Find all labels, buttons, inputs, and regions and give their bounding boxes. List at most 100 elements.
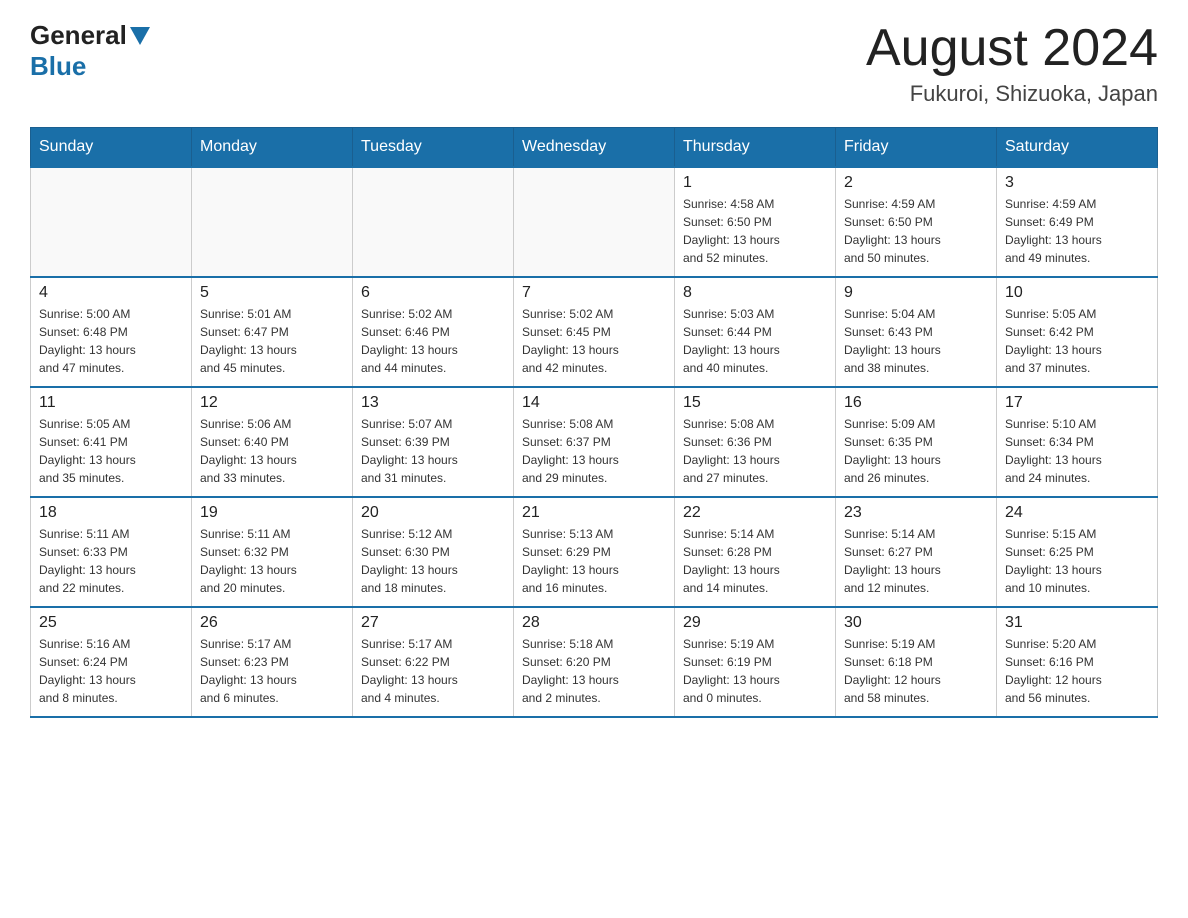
- calendar-cell: 17Sunrise: 5:10 AM Sunset: 6:34 PM Dayli…: [997, 387, 1158, 497]
- day-info: Sunrise: 5:15 AM Sunset: 6:25 PM Dayligh…: [1005, 525, 1149, 597]
- calendar-header-friday: Friday: [836, 128, 997, 168]
- day-number: 31: [1005, 614, 1149, 632]
- day-number: 15: [683, 394, 827, 412]
- calendar-cell: [514, 167, 675, 277]
- calendar-table: SundayMondayTuesdayWednesdayThursdayFrid…: [30, 127, 1158, 718]
- calendar-cell: 10 Sunrise: 5:05 AM Sunset: 6:42 PM Dayli…: [997, 277, 1158, 387]
- calendar-cell: 26 Sunrise: 5:17 AM Sunset: 6:23 PM Dayli…: [192, 607, 353, 717]
- day-number: 10: [1005, 284, 1149, 302]
- calendar-cell: 19 Sunrise: 5:11 AM Sunset: 6:32 PM Dayli…: [192, 497, 353, 607]
- page-header: General Blue August 2024 Fukuroi, Shizuo…: [30, 20, 1158, 107]
- day-number: 29: [683, 614, 827, 632]
- calendar-cell: [31, 167, 192, 277]
- logo-triangle-icon: [130, 27, 150, 45]
- day-number: 8: [683, 284, 827, 302]
- day-number: 23: [844, 504, 988, 522]
- calendar-cell: 18Sunrise: 5:11 AM Sunset: 6:33 PM Dayli…: [31, 497, 192, 607]
- day-number: 4: [39, 284, 183, 302]
- day-info: Sunrise: 4:59 AM Sunset: 6:49 PM Dayligh…: [1005, 195, 1149, 267]
- calendar-header-sunday: Sunday: [31, 128, 192, 168]
- day-info: Sunrise: 5:02 AM Sunset: 6:46 PM Dayligh…: [361, 305, 505, 377]
- day-number: 19: [200, 504, 344, 522]
- day-number: 2: [844, 174, 988, 192]
- day-info: Sunrise: 5:19 AM Sunset: 6:18 PM Dayligh…: [844, 635, 988, 707]
- day-number: 16: [844, 394, 988, 412]
- day-number: 28: [522, 614, 666, 632]
- calendar-cell: 15Sunrise: 5:08 AM Sunset: 6:36 PM Dayli…: [675, 387, 836, 497]
- calendar-cell: 5 Sunrise: 5:01 AM Sunset: 6:47 PM Daylig…: [192, 277, 353, 387]
- day-info: Sunrise: 5:02 AM Sunset: 6:45 PM Dayligh…: [522, 305, 666, 377]
- day-info: Sunrise: 5:09 AM Sunset: 6:35 PM Dayligh…: [844, 415, 988, 487]
- day-info: Sunrise: 5:19 AM Sunset: 6:19 PM Dayligh…: [683, 635, 827, 707]
- calendar-cell: 12 Sunrise: 5:06 AM Sunset: 6:40 PM Dayli…: [192, 387, 353, 497]
- calendar-cell: 4 Sunrise: 5:00 AM Sunset: 6:48 PM Daylig…: [31, 277, 192, 387]
- calendar-cell: 11 Sunrise: 5:05 AM Sunset: 6:41 PM Dayli…: [31, 387, 192, 497]
- day-number: 24: [1005, 504, 1149, 522]
- calendar-cell: 28 Sunrise: 5:18 AM Sunset: 6:20 PM Dayli…: [514, 607, 675, 717]
- day-info: Sunrise: 4:58 AM Sunset: 6:50 PM Dayligh…: [683, 195, 827, 267]
- calendar-cell: 24 Sunrise: 5:15 AM Sunset: 6:25 PM Dayli…: [997, 497, 1158, 607]
- day-info: Sunrise: 5:04 AM Sunset: 6:43 PM Dayligh…: [844, 305, 988, 377]
- day-info: Sunrise: 5:13 AM Sunset: 6:29 PM Dayligh…: [522, 525, 666, 597]
- calendar-cell: 3 Sunrise: 4:59 AM Sunset: 6:49 PM Daylig…: [997, 167, 1158, 277]
- calendar-cell: 1 Sunrise: 4:58 AM Sunset: 6:50 PM Daylig…: [675, 167, 836, 277]
- calendar-week-3: 11 Sunrise: 5:05 AM Sunset: 6:41 PM Dayli…: [31, 387, 1158, 497]
- calendar-header-wednesday: Wednesday: [514, 128, 675, 168]
- day-number: 11: [39, 394, 183, 412]
- calendar-header-saturday: Saturday: [997, 128, 1158, 168]
- calendar-cell: 7Sunrise: 5:02 AM Sunset: 6:45 PM Daylig…: [514, 277, 675, 387]
- day-number: 21: [522, 504, 666, 522]
- calendar-header-monday: Monday: [192, 128, 353, 168]
- calendar-cell: 2 Sunrise: 4:59 AM Sunset: 6:50 PM Daylig…: [836, 167, 997, 277]
- day-info: Sunrise: 5:17 AM Sunset: 6:23 PM Dayligh…: [200, 635, 344, 707]
- day-number: 3: [1005, 174, 1149, 192]
- day-info: Sunrise: 5:11 AM Sunset: 6:32 PM Dayligh…: [200, 525, 344, 597]
- day-info: Sunrise: 5:05 AM Sunset: 6:41 PM Dayligh…: [39, 415, 183, 487]
- day-number: 6: [361, 284, 505, 302]
- calendar-cell: 13Sunrise: 5:07 AM Sunset: 6:39 PM Dayli…: [353, 387, 514, 497]
- day-info: Sunrise: 5:00 AM Sunset: 6:48 PM Dayligh…: [39, 305, 183, 377]
- calendar-cell: 20Sunrise: 5:12 AM Sunset: 6:30 PM Dayli…: [353, 497, 514, 607]
- calendar-header-thursday: Thursday: [675, 128, 836, 168]
- calendar-cell: 22 Sunrise: 5:14 AM Sunset: 6:28 PM Dayli…: [675, 497, 836, 607]
- calendar-cell: 8 Sunrise: 5:03 AM Sunset: 6:44 PM Daylig…: [675, 277, 836, 387]
- day-info: Sunrise: 5:14 AM Sunset: 6:28 PM Dayligh…: [683, 525, 827, 597]
- main-title: August 2024: [866, 20, 1158, 77]
- calendar-cell: 31 Sunrise: 5:20 AM Sunset: 6:16 PM Dayli…: [997, 607, 1158, 717]
- day-number: 1: [683, 174, 827, 192]
- calendar-header-tuesday: Tuesday: [353, 128, 514, 168]
- calendar-cell: [192, 167, 353, 277]
- calendar-cell: 21 Sunrise: 5:13 AM Sunset: 6:29 PM Dayli…: [514, 497, 675, 607]
- title-block: August 2024 Fukuroi, Shizuoka, Japan: [866, 20, 1158, 107]
- day-info: Sunrise: 5:03 AM Sunset: 6:44 PM Dayligh…: [683, 305, 827, 377]
- day-info: Sunrise: 5:10 AM Sunset: 6:34 PM Dayligh…: [1005, 415, 1149, 487]
- calendar-week-1: 1 Sunrise: 4:58 AM Sunset: 6:50 PM Daylig…: [31, 167, 1158, 277]
- day-info: Sunrise: 5:06 AM Sunset: 6:40 PM Dayligh…: [200, 415, 344, 487]
- calendar-cell: 30Sunrise: 5:19 AM Sunset: 6:18 PM Dayli…: [836, 607, 997, 717]
- day-info: Sunrise: 5:07 AM Sunset: 6:39 PM Dayligh…: [361, 415, 505, 487]
- day-number: 5: [200, 284, 344, 302]
- calendar-week-5: 25 Sunrise: 5:16 AM Sunset: 6:24 PM Dayli…: [31, 607, 1158, 717]
- day-info: Sunrise: 5:14 AM Sunset: 6:27 PM Dayligh…: [844, 525, 988, 597]
- day-number: 26: [200, 614, 344, 632]
- day-info: Sunrise: 5:11 AM Sunset: 6:33 PM Dayligh…: [39, 525, 183, 597]
- calendar-cell: 6 Sunrise: 5:02 AM Sunset: 6:46 PM Daylig…: [353, 277, 514, 387]
- day-number: 12: [200, 394, 344, 412]
- day-number: 25: [39, 614, 183, 632]
- day-info: Sunrise: 4:59 AM Sunset: 6:50 PM Dayligh…: [844, 195, 988, 267]
- day-info: Sunrise: 5:16 AM Sunset: 6:24 PM Dayligh…: [39, 635, 183, 707]
- calendar-week-4: 18Sunrise: 5:11 AM Sunset: 6:33 PM Dayli…: [31, 497, 1158, 607]
- logo: General Blue: [30, 20, 153, 82]
- day-number: 14: [522, 394, 666, 412]
- day-info: Sunrise: 5:18 AM Sunset: 6:20 PM Dayligh…: [522, 635, 666, 707]
- logo-blue-text: Blue: [30, 51, 86, 82]
- day-info: Sunrise: 5:17 AM Sunset: 6:22 PM Dayligh…: [361, 635, 505, 707]
- calendar-week-2: 4 Sunrise: 5:00 AM Sunset: 6:48 PM Daylig…: [31, 277, 1158, 387]
- day-info: Sunrise: 5:05 AM Sunset: 6:42 PM Dayligh…: [1005, 305, 1149, 377]
- day-number: 22: [683, 504, 827, 522]
- day-number: 27: [361, 614, 505, 632]
- day-info: Sunrise: 5:01 AM Sunset: 6:47 PM Dayligh…: [200, 305, 344, 377]
- day-info: Sunrise: 5:20 AM Sunset: 6:16 PM Dayligh…: [1005, 635, 1149, 707]
- calendar-cell: 29 Sunrise: 5:19 AM Sunset: 6:19 PM Dayli…: [675, 607, 836, 717]
- calendar-cell: 9Sunrise: 5:04 AM Sunset: 6:43 PM Daylig…: [836, 277, 997, 387]
